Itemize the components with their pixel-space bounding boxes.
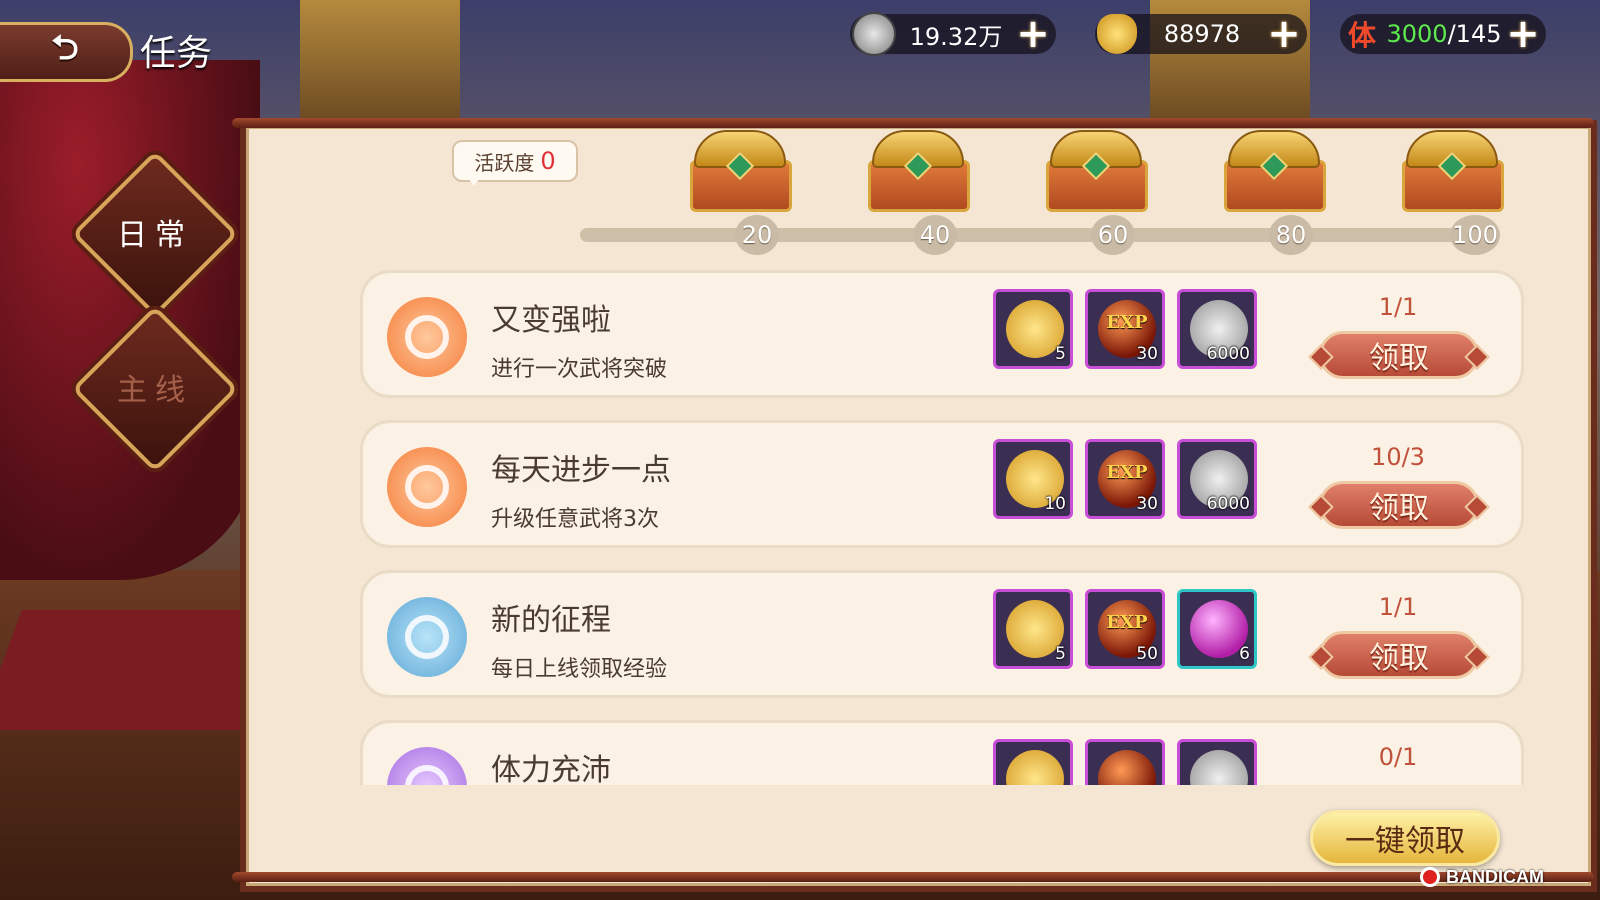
stamina-max: 145 (1455, 20, 1502, 48)
task-title: 新的征程 (491, 603, 611, 638)
reward-qty: 5 (1055, 344, 1066, 364)
activity-bubble: 活跃度 0 (452, 140, 578, 186)
reward-chest-60[interactable] (1046, 130, 1148, 212)
reward-qty: 30 (1136, 494, 1158, 514)
reward-qty: 50 (1136, 644, 1158, 664)
back-arrow-icon: ⮌ (51, 27, 79, 68)
milestone-60: 60 (1091, 215, 1135, 255)
reward-silver[interactable]: 6000 (1177, 439, 1257, 519)
reward-gold-star[interactable]: 5 (993, 589, 1073, 669)
reward-gold-star[interactable] (993, 739, 1073, 785)
exp-label: EXP (1106, 312, 1148, 333)
task-row: 新的征程 每日上线领取经验 5 EXP 50 6 1/1 领取 (360, 570, 1524, 698)
reward-qty: 6000 (1206, 494, 1250, 514)
activity-value: 0 (540, 147, 556, 175)
gold-value: 88978 (1163, 20, 1241, 48)
milestone-100: 100 (1450, 215, 1500, 255)
claim-button[interactable]: 领取 (1319, 631, 1479, 679)
stamina-resource: 体 3000/145 + (1340, 11, 1546, 57)
silver-coin-icon (852, 12, 896, 56)
task-row: 体力充沛 0/1 (360, 720, 1524, 785)
tab-daily-label: 日常 (117, 218, 193, 253)
reward-silver[interactable] (1177, 739, 1257, 785)
gold-star-icon (1006, 750, 1064, 785)
task-title: 每天进步一点 (491, 453, 671, 488)
claim-button[interactable]: 领取 (1319, 331, 1479, 379)
milestone-80: 80 (1269, 215, 1313, 255)
breakthrough-icon (387, 297, 467, 377)
reward-qty: 6 (1239, 644, 1250, 664)
breakthrough-icon (387, 447, 467, 527)
gold-resource: 88978 + (1095, 11, 1307, 57)
reward-qty: 5 (1055, 644, 1066, 664)
stamina-task-icon (387, 747, 467, 785)
silver-value: 19.32万 (909, 22, 1003, 51)
task-description: 进行一次武将突破 (491, 357, 668, 382)
watermark-text: BANDICAM (1446, 866, 1544, 887)
gold-ingot-icon (1097, 14, 1137, 54)
page-title: 任务 (140, 33, 213, 74)
reward-chest-80[interactable] (1224, 130, 1326, 212)
add-gold-button[interactable]: + (1267, 11, 1301, 57)
exp-label: EXP (1106, 612, 1148, 633)
reward-exp[interactable]: EXP 50 (1085, 589, 1165, 669)
bandicam-watermark: BANDICAM (1420, 862, 1590, 892)
reward-qty: 6000 (1206, 344, 1250, 364)
silver-coin-icon (1190, 750, 1248, 785)
task-row: 又变强啦 进行一次武将突破 5 EXP 30 6000 1/1 领取 (360, 270, 1524, 398)
exp-label: EXP (1106, 462, 1148, 483)
activity-label: 活跃度 (474, 150, 535, 175)
task-progress: 0/1 (1378, 743, 1418, 771)
reward-qty: 10 (1044, 494, 1066, 514)
activity-progress-bar (580, 228, 1480, 242)
reward-exp[interactable] (1085, 739, 1165, 785)
curtain-decoration (0, 60, 260, 580)
pillar-decoration (300, 0, 460, 126)
reward-gold-star[interactable]: 10 (993, 439, 1073, 519)
stamina-separator: / (1447, 20, 1456, 48)
stamina-current: 3000 (1386, 20, 1448, 48)
panel-bottom-rod (232, 872, 1594, 882)
add-silver-button[interactable]: + (1016, 11, 1050, 57)
reward-chest-100[interactable] (1402, 130, 1504, 212)
task-title: 又变强啦 (491, 303, 611, 338)
task-row: 每天进步一点 升级任意武将3次 10 EXP 30 6000 10/3 领取 (360, 420, 1524, 548)
reward-pink-orb[interactable]: 6 (1177, 589, 1257, 669)
claim-all-button[interactable]: 一键领取 (1310, 810, 1500, 866)
reward-gold-star[interactable]: 5 (993, 289, 1073, 369)
record-icon (1420, 867, 1440, 887)
reward-qty: 30 (1136, 344, 1158, 364)
milestone-20: 20 (735, 215, 779, 255)
panel-top-rod (232, 118, 1594, 128)
task-progress: 10/3 (1371, 443, 1425, 471)
reward-exp[interactable]: EXP 30 (1085, 439, 1165, 519)
task-description: 每日上线领取经验 (491, 657, 668, 682)
reward-exp[interactable]: EXP 30 (1085, 289, 1165, 369)
silver-resource: 19.32万 + (850, 11, 1056, 57)
claim-button[interactable]: 领取 (1319, 481, 1479, 529)
back-button[interactable]: ⮌ (0, 22, 133, 82)
exp-orb-icon (1098, 750, 1156, 785)
milestone-40: 40 (913, 215, 957, 255)
task-list[interactable]: 又变强啦 进行一次武将突破 5 EXP 30 6000 1/1 领取 每天进步一点… (360, 270, 1530, 785)
stamina-icon: 体 (1347, 19, 1376, 52)
reward-chest-40[interactable] (868, 130, 970, 212)
stamina-value: 3000/145 (1382, 20, 1506, 48)
task-progress: 1/1 (1378, 593, 1418, 621)
reward-chest-20[interactable] (690, 130, 792, 212)
reward-silver[interactable]: 6000 (1177, 289, 1257, 369)
task-description: 升级任意武将3次 (491, 507, 659, 532)
add-stamina-button[interactable]: + (1506, 11, 1540, 57)
task-progress: 1/1 (1378, 293, 1418, 321)
tab-main-quest-label: 主线 (117, 373, 193, 408)
user-icon (387, 597, 467, 677)
task-title: 体力充沛 (491, 753, 611, 785)
